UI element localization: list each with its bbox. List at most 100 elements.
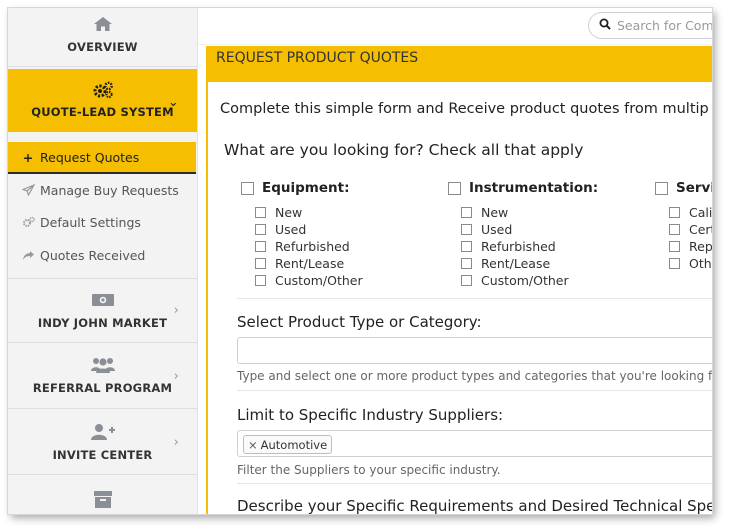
archive-icon xyxy=(93,490,113,508)
checkbox[interactable] xyxy=(669,258,680,269)
sidebar-item-quote-lead-system[interactable]: QUOTE-LEAD SYSTEM ⌄ xyxy=(8,69,197,132)
money-icon xyxy=(91,293,115,307)
option-instrumentation-rent-lease[interactable]: Rent/Lease xyxy=(461,255,550,272)
search-input[interactable]: Search for Comp xyxy=(588,12,712,39)
share-arrow-icon xyxy=(21,250,35,261)
option-label: New xyxy=(275,205,303,220)
option-label: Othe xyxy=(689,256,712,271)
gears-icon xyxy=(92,81,114,99)
checkbox[interactable] xyxy=(669,241,680,252)
plus-icon: + xyxy=(22,149,34,165)
sidebar-subitem-request-quotes[interactable]: + Request Quotes xyxy=(8,142,196,174)
sidebar: OVERVIEW QUOTE-LEAD SYSTEM ⌄ + Request Q… xyxy=(8,8,198,514)
industry-tag[interactable]: × Automotive xyxy=(243,435,333,454)
top-bar: Search for Comp xyxy=(198,8,712,45)
requirements-label: Describe your Specific Requirements and … xyxy=(237,497,712,514)
sidebar-item-label: REFERRAL PROGRAM xyxy=(32,381,173,395)
industry-input[interactable]: × Automotive xyxy=(237,430,712,457)
checkbox[interactable] xyxy=(255,224,266,235)
option-equipment-rent-lease[interactable]: Rent/Lease xyxy=(255,255,344,272)
checkbox[interactable] xyxy=(461,224,472,235)
sidebar-item-referral-program[interactable]: REFERRAL PROGRAM › xyxy=(8,345,197,409)
industry-hint: Filter the Suppliers to your specific in… xyxy=(237,463,501,477)
search-icon xyxy=(599,18,611,33)
column-title: Instrumentation: xyxy=(469,180,599,196)
tag-label: Automotive xyxy=(260,437,328,452)
sidebar-subitem-label: Quotes Received xyxy=(40,247,146,263)
checkbox[interactable] xyxy=(655,181,668,195)
option-label: New xyxy=(481,205,509,220)
product-type-input[interactable] xyxy=(237,337,712,364)
sidebar-subitem-label: Manage Buy Requests xyxy=(40,182,179,198)
option-label: Custom/Other xyxy=(481,273,569,288)
product-type-hint: Type and select one or more product type… xyxy=(237,369,712,383)
services-checkbox[interactable]: Servic xyxy=(655,180,712,196)
option-label: Repa xyxy=(689,239,712,254)
option-services-other[interactable]: Othe xyxy=(669,255,712,272)
option-services-calibration[interactable]: Calib xyxy=(669,204,712,221)
option-label: Cert xyxy=(689,222,712,237)
checkbox[interactable] xyxy=(461,275,472,286)
sidebar-item-label: OVERVIEW xyxy=(67,40,138,54)
sidebar-subitem-manage-buy-requests[interactable]: Manage Buy Requests xyxy=(8,175,197,205)
cogs-icon xyxy=(21,216,35,228)
option-equipment-custom-other[interactable]: Custom/Other xyxy=(255,272,363,289)
checkbox[interactable] xyxy=(669,224,680,235)
option-label: Used xyxy=(275,222,307,237)
intro-text: Complete this simple form and Receive pr… xyxy=(220,101,709,117)
option-instrumentation-new[interactable]: New xyxy=(461,204,508,221)
sidebar-item-label: INDY JOHN MARKET xyxy=(37,316,168,330)
checkbox[interactable] xyxy=(255,207,266,218)
panel-title: REQUEST PRODUCT QUOTES xyxy=(208,46,712,82)
instrumentation-checkbox[interactable]: Instrumentation: xyxy=(448,180,598,196)
chevron-right-icon: › xyxy=(173,303,179,318)
search-placeholder: Search for Comp xyxy=(617,18,712,33)
option-label: Custom/Other xyxy=(275,273,363,288)
option-label: Used xyxy=(481,222,513,237)
option-services-repair[interactable]: Repa xyxy=(669,238,712,255)
option-label: Refurbished xyxy=(481,239,556,254)
remove-tag-icon[interactable]: × xyxy=(248,438,258,452)
industry-label: Limit to Specific Industry Suppliers: xyxy=(237,406,504,424)
checkbox[interactable] xyxy=(448,181,461,195)
product-type-label: Select Product Type or Category: xyxy=(237,313,482,331)
sidebar-item-indy-john-market[interactable]: INDY JOHN MARKET › xyxy=(8,278,197,343)
sidebar-subitem-quotes-received[interactable]: Quotes Received xyxy=(8,240,197,270)
checkbox[interactable] xyxy=(255,241,266,252)
checkbox[interactable] xyxy=(461,241,472,252)
checkbox[interactable] xyxy=(461,207,472,218)
app-window: OVERVIEW QUOTE-LEAD SYSTEM ⌄ + Request Q… xyxy=(8,8,712,514)
divider xyxy=(237,483,712,484)
option-equipment-new[interactable]: New xyxy=(255,204,302,221)
checkbox[interactable] xyxy=(669,207,680,218)
option-equipment-used[interactable]: Used xyxy=(255,221,306,238)
sidebar-item-overview[interactable]: OVERVIEW xyxy=(8,8,197,67)
sidebar-subitem-label: Default Settings xyxy=(40,214,141,230)
sidebar-item-archive[interactable] xyxy=(8,478,197,514)
sidebar-subitem-label: Request Quotes xyxy=(40,149,140,165)
option-instrumentation-used[interactable]: Used xyxy=(461,221,512,238)
sidebar-subitem-default-settings[interactable]: Default Settings xyxy=(8,207,197,237)
option-instrumentation-refurbished[interactable]: Refurbished xyxy=(461,238,556,255)
chevron-down-icon: ⌄ xyxy=(167,95,179,110)
divider xyxy=(237,298,712,299)
request-quotes-panel: REQUEST PRODUCT QUOTES Complete this sim… xyxy=(206,46,712,514)
option-label: Calib xyxy=(689,205,712,220)
checkbox[interactable] xyxy=(461,258,472,269)
users-icon xyxy=(90,356,116,374)
home-icon xyxy=(93,16,113,32)
option-equipment-refurbished[interactable]: Refurbished xyxy=(255,238,350,255)
chevron-right-icon: › xyxy=(173,435,179,450)
sidebar-item-invite-center[interactable]: INVITE CENTER › xyxy=(8,411,197,475)
sidebar-item-label: INVITE CENTER xyxy=(52,448,153,462)
paper-plane-icon xyxy=(21,184,35,196)
equipment-checkbox[interactable]: Equipment: xyxy=(241,180,349,196)
checkbox[interactable] xyxy=(255,258,266,269)
user-plus-icon xyxy=(90,423,116,441)
checkbox[interactable] xyxy=(241,181,254,195)
checkbox[interactable] xyxy=(255,275,266,286)
option-instrumentation-custom-other[interactable]: Custom/Other xyxy=(461,272,569,289)
chevron-right-icon: › xyxy=(173,369,179,384)
question-text: What are you looking for? Check all that… xyxy=(224,141,584,159)
option-services-certification[interactable]: Cert xyxy=(669,221,712,238)
